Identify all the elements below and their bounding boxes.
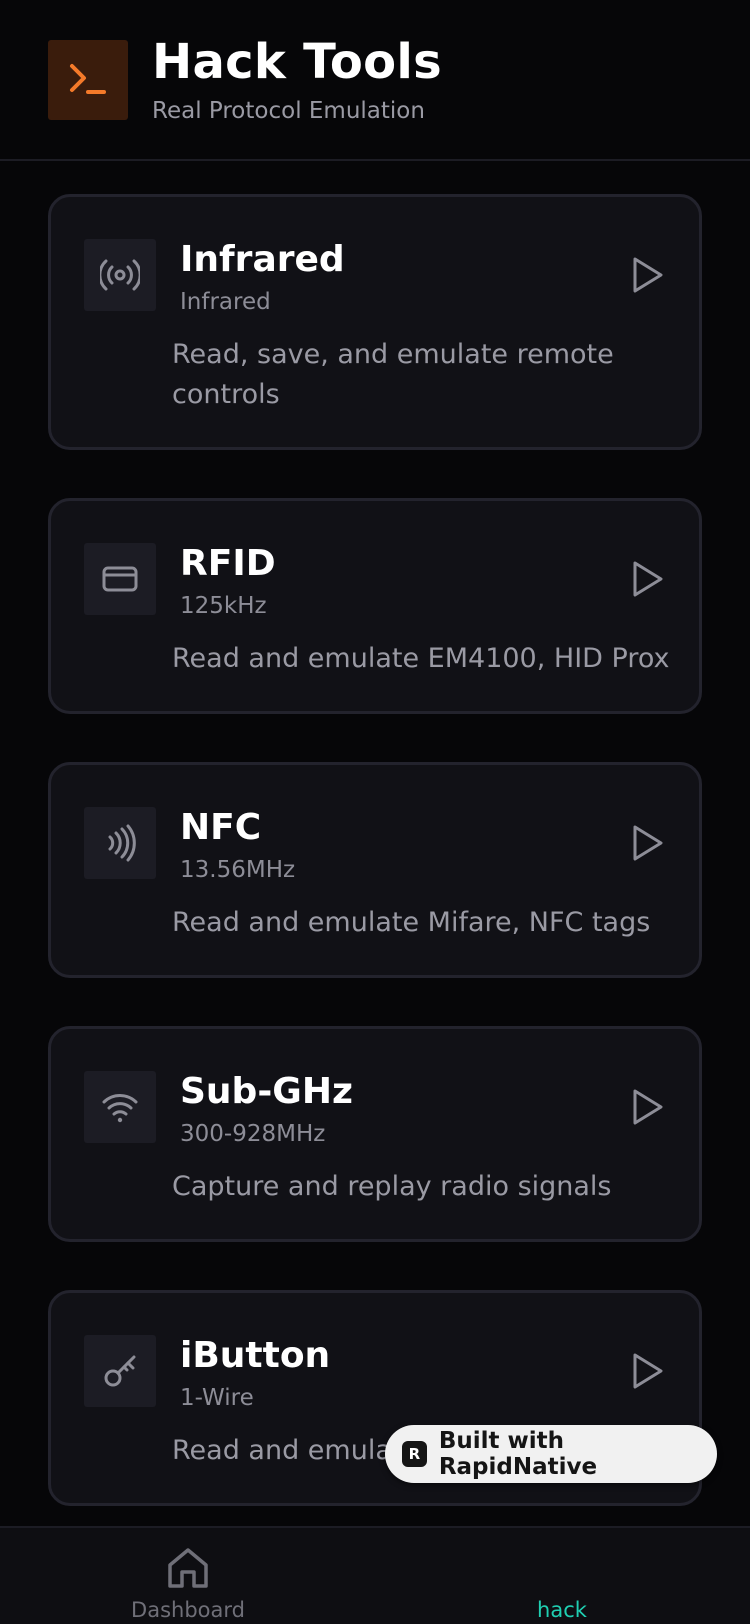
key-icon	[104, 1355, 136, 1387]
tool-description: Read, save, and emulate remote controls	[172, 339, 614, 410]
play-icon	[633, 1353, 663, 1389]
infrared-signal-icon	[100, 259, 140, 291]
home-icon	[168, 1548, 208, 1588]
card-icon-tile	[84, 807, 156, 879]
rapidnative-logo-icon: R	[402, 1441, 427, 1467]
play-icon	[633, 257, 663, 293]
play-icon	[633, 1089, 663, 1125]
page-subtitle: Real Protocol Emulation	[152, 98, 425, 124]
badge-text: Built with RapidNative	[438, 1428, 598, 1480]
tool-title: iButton	[180, 1335, 331, 1376]
tool-title: RFID	[180, 543, 276, 584]
tool-title: NFC	[180, 807, 262, 848]
tool-description: Capture and replay radio signals	[172, 1171, 612, 1202]
tool-card-sub-ghz[interactable]: Sub-GHz 300-928MHz Capture and replay ra…	[48, 1026, 702, 1242]
tool-description: Read and emulate Mifare, NFC tags	[172, 907, 651, 938]
play-button[interactable]	[625, 1085, 669, 1129]
nav-item-hack[interactable]: hack	[462, 1528, 662, 1624]
play-button[interactable]	[625, 821, 669, 865]
card-icon-tile	[84, 1071, 156, 1143]
tool-frequency: 13.56MHz	[180, 857, 296, 883]
screen: Hack Tools Real Protocol Emulation Infra…	[0, 0, 750, 1624]
card-icon	[102, 566, 138, 592]
nav-item-dashboard[interactable]: Dashboard	[88, 1528, 288, 1624]
tool-card-infrared[interactable]: Infrared Infrared Read, save, and emulat…	[48, 194, 702, 450]
play-icon	[633, 825, 663, 861]
tool-title: Infrared	[180, 239, 345, 280]
card-icon-tile	[84, 239, 156, 311]
tool-card-rfid[interactable]: RFID 125kHz Read and emulate EM4100, HID…	[48, 498, 702, 714]
card-icon-tile	[84, 1335, 156, 1407]
play-button[interactable]	[625, 557, 669, 601]
nfc-icon	[108, 824, 136, 862]
card-icon-tile	[84, 543, 156, 615]
play-button[interactable]	[625, 1349, 669, 1393]
nav-label: Dashboard	[131, 1598, 245, 1622]
tool-card-nfc[interactable]: NFC 13.56MHz Read and emulate Mifare, NF…	[48, 762, 702, 978]
bottom-nav: Dashboard hack	[0, 1526, 750, 1624]
tool-frequency: Infrared	[180, 289, 271, 315]
wifi-icon	[102, 1094, 138, 1123]
page-title: Hack Tools	[152, 34, 442, 90]
tool-frequency: 125kHz	[180, 593, 267, 619]
header: Hack Tools Real Protocol Emulation	[0, 0, 750, 161]
app-logo	[48, 40, 128, 120]
tool-description: Read and emulate EM4100, HID Prox	[172, 643, 670, 674]
play-button[interactable]	[625, 253, 669, 297]
tool-title: Sub-GHz	[180, 1071, 353, 1112]
play-icon	[633, 561, 663, 597]
tool-frequency: 1-Wire	[180, 1385, 254, 1411]
tool-frequency: 300-928MHz	[180, 1121, 326, 1147]
terminal-icon	[70, 64, 106, 94]
built-with-badge[interactable]: R Built with RapidNative	[385, 1425, 717, 1483]
nav-label: hack	[537, 1598, 587, 1622]
